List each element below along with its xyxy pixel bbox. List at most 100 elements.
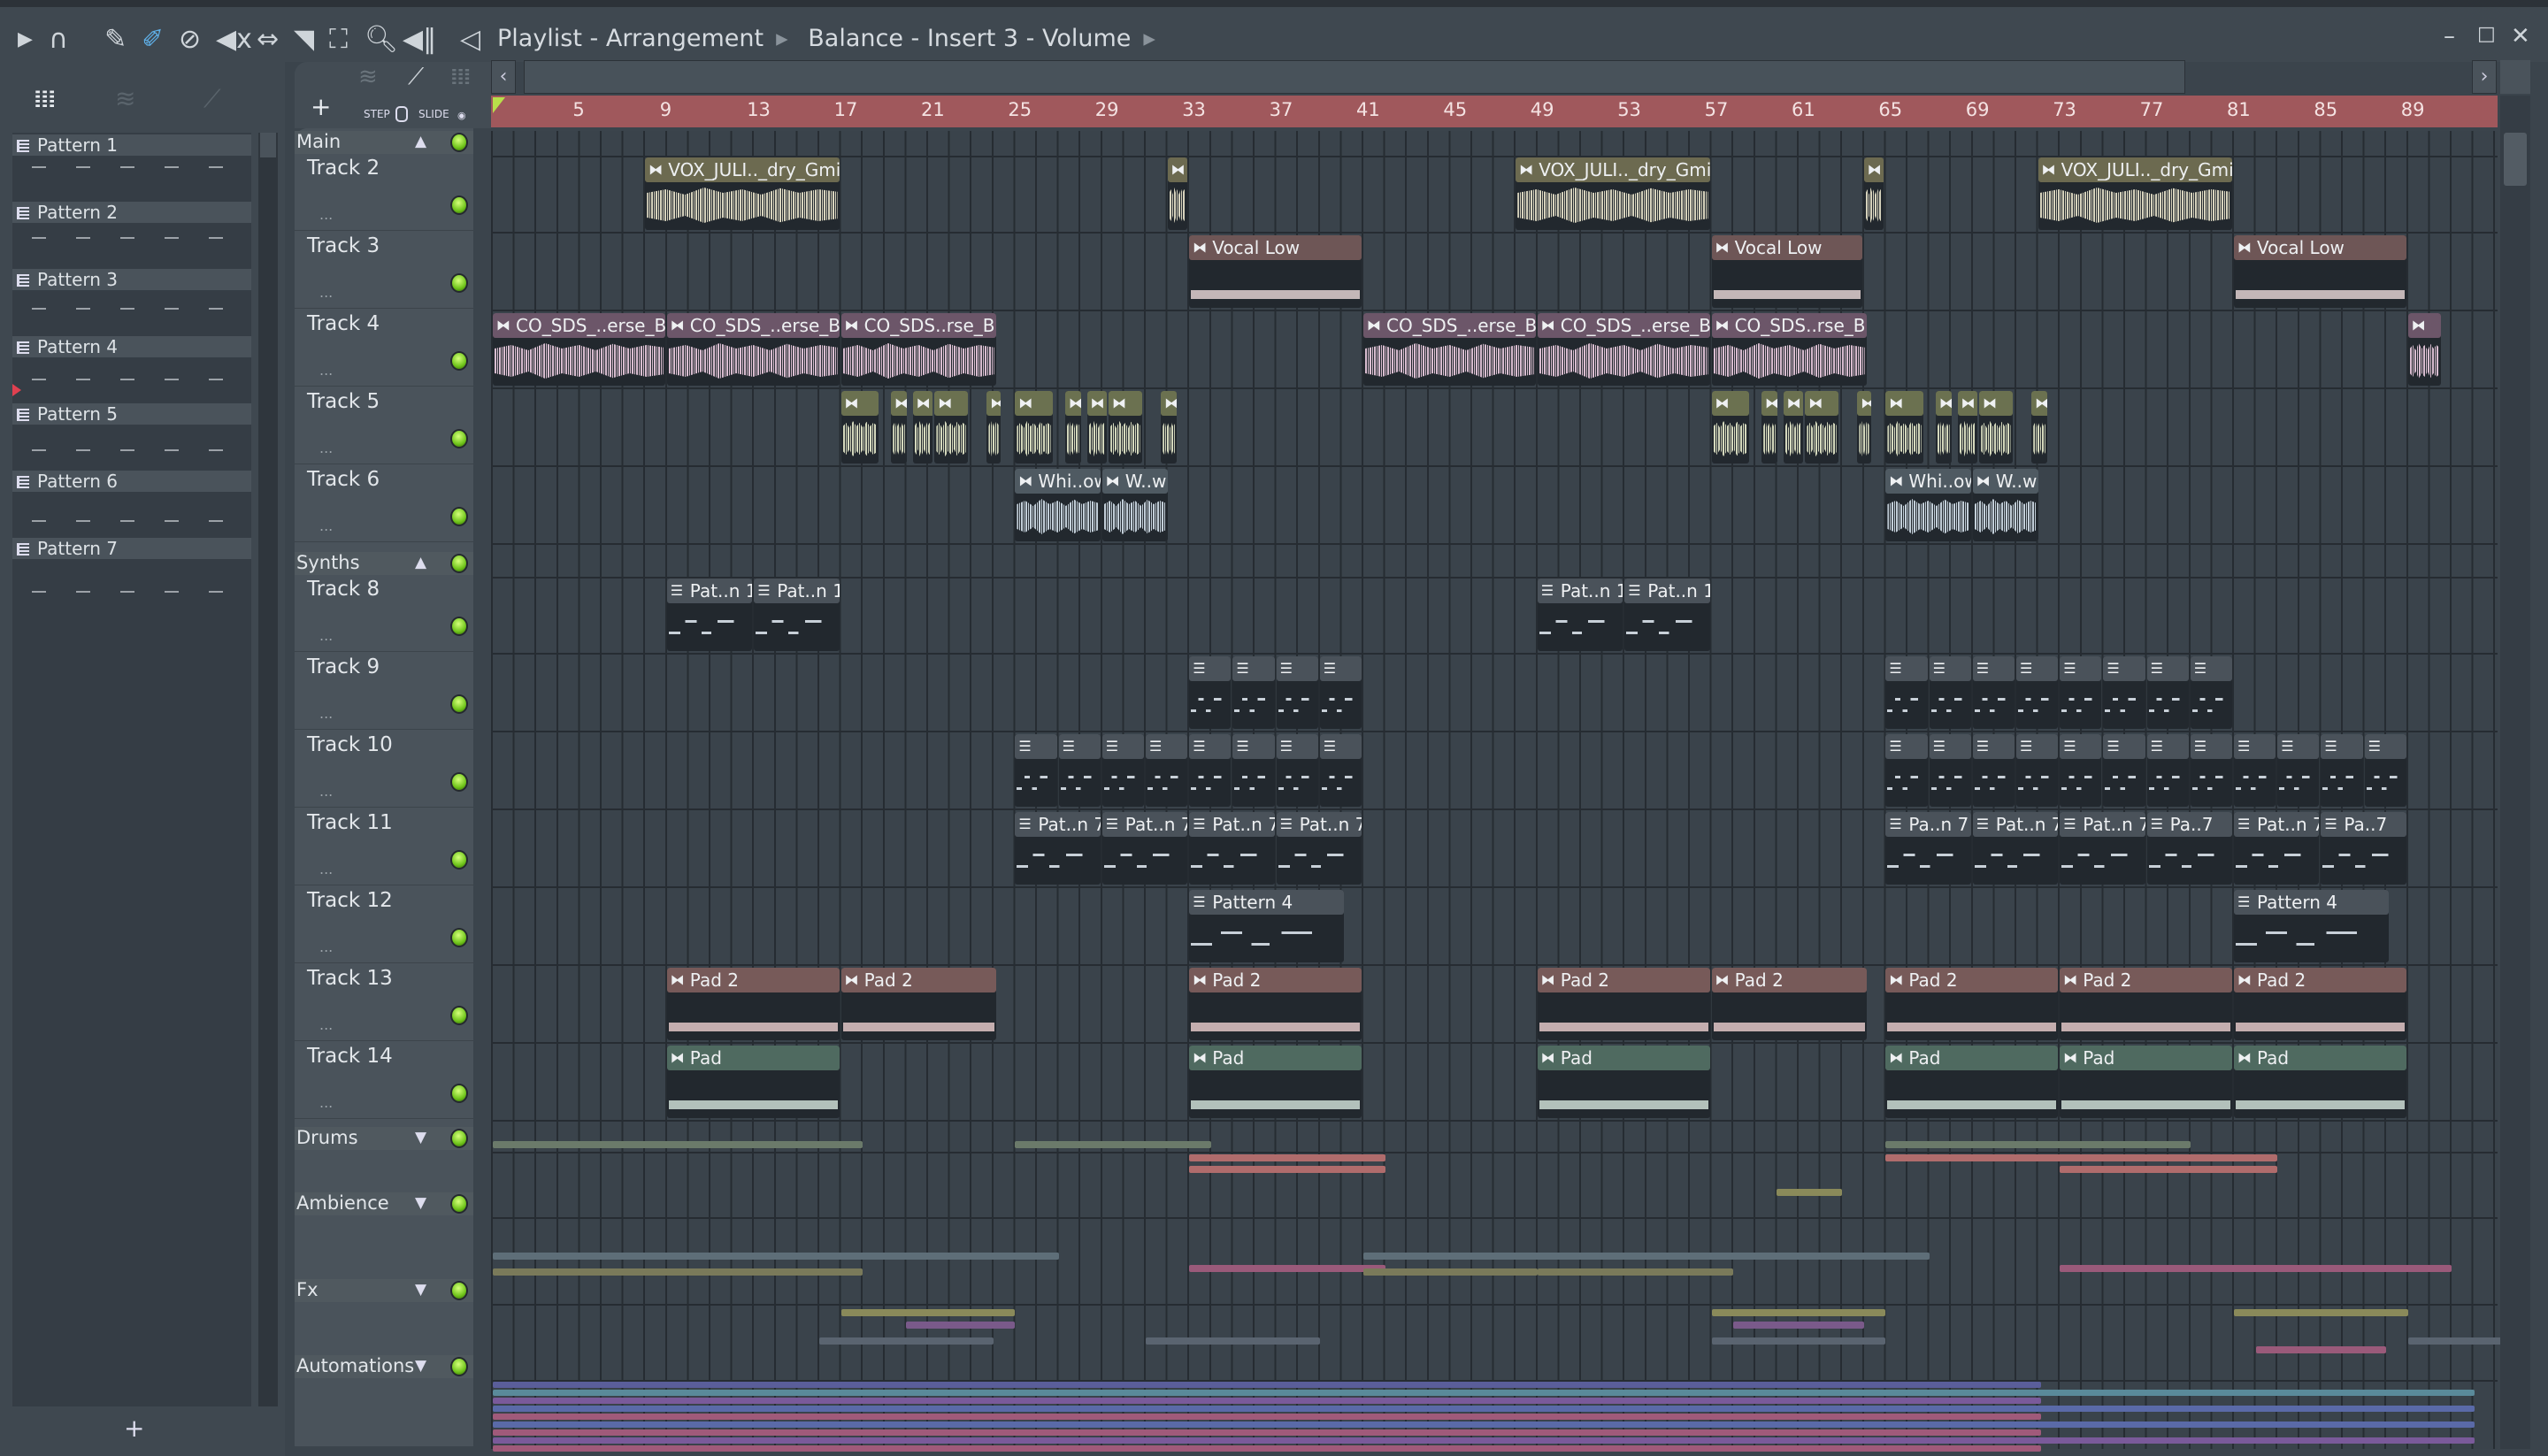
- group-header[interactable]: Main ▲: [295, 131, 473, 154]
- automation-clip[interactable]: [493, 1390, 2475, 1396]
- pattern-clip[interactable]: ☰: [1929, 734, 1971, 807]
- collapsed-clip[interactable]: [1885, 1141, 2191, 1148]
- speaker-icon[interactable]: ◁: [460, 27, 480, 53]
- collapsed-clip[interactable]: [2060, 1166, 2278, 1173]
- pattern-label[interactable]: Pattern 7: [12, 538, 251, 559]
- clip-header[interactable]: ⧓ Pad 2: [2234, 968, 2406, 992]
- pattern-clip[interactable]: ☰: [2103, 656, 2145, 729]
- delete-icon[interactable]: ⊘: [179, 27, 201, 53]
- audio-clip[interactable]: ⧓ Vocal Low: [1711, 235, 1862, 308]
- pattern-clip[interactable]: ☰: [1885, 734, 1928, 807]
- track-enable-led[interactable]: [450, 928, 468, 947]
- track-enable-led[interactable]: [450, 694, 468, 714]
- clip-header[interactable]: ☰: [1885, 656, 1928, 681]
- clip-header[interactable]: ⧓: [1167, 157, 1188, 182]
- collapsed-clip[interactable]: [666, 1268, 863, 1276]
- clip-header[interactable]: ☰ Pat..n 1: [666, 579, 753, 603]
- automation-clip[interactable]: [493, 1382, 2041, 1388]
- audio-clip[interactable]: ⧓ Pad: [2234, 1046, 2406, 1118]
- clip-header[interactable]: ⧓ Pad: [1189, 1046, 1362, 1070]
- expand-arrow-icon[interactable]: ▼: [415, 1129, 426, 1146]
- clip-header[interactable]: ☰ Pattern 4: [2234, 890, 2390, 915]
- audio-clip[interactable]: ⧓ Vocal Low: [1189, 235, 1362, 308]
- group-enable-led[interactable]: [450, 1194, 468, 1214]
- expand-arrow-icon[interactable]: ▼: [415, 1357, 426, 1375]
- collapsed-clip[interactable]: [1711, 1337, 1886, 1345]
- scrollbar-thumb[interactable]: [260, 133, 276, 157]
- pattern-item[interactable]: Pattern 3: [12, 267, 251, 334]
- clip-header[interactable]: ☰ Pat..n 1: [754, 579, 840, 603]
- track-menu-dots[interactable]: ...: [319, 362, 333, 379]
- clip-header[interactable]: ⧓ CO_SDS_..erse_Bm: [493, 313, 665, 338]
- clip-header[interactable]: ⧓ Pad 2: [1711, 968, 1867, 992]
- clip-header[interactable]: ☰: [1146, 734, 1188, 759]
- collapsed-clip[interactable]: [1537, 1253, 1930, 1260]
- clip-header[interactable]: ☰ Pat..n 1: [1537, 579, 1623, 603]
- audio-clip[interactable]: ⧓: [1979, 391, 2013, 464]
- group-header[interactable]: Automations ▼: [295, 1355, 473, 1378]
- clip-header[interactable]: ☰: [1189, 734, 1232, 759]
- maximize-button[interactable]: □: [2477, 23, 2496, 45]
- clip-header[interactable]: ☰ Pat..n 1: [1624, 579, 1710, 603]
- playback-icon[interactable]: ◀‖: [403, 27, 436, 53]
- clip-header[interactable]: ☰: [2277, 734, 2320, 759]
- collapsed-clip[interactable]: [1189, 1154, 1385, 1161]
- collapsed-clip[interactable]: [1146, 1337, 1320, 1345]
- slip-icon[interactable]: ⇔: [257, 27, 279, 53]
- automation-clip[interactable]: [493, 1437, 2475, 1444]
- clip-header[interactable]: ☰: [1232, 656, 1275, 681]
- clip-header[interactable]: ⧓: [1109, 391, 1142, 416]
- pattern-clip[interactable]: ☰: [1276, 734, 1318, 807]
- minimize-button[interactable]: –: [2444, 23, 2455, 50]
- pattern-clip[interactable]: ☰: [1232, 734, 1275, 807]
- clip-header[interactable]: ⧓: [1805, 391, 1838, 416]
- track-header[interactable]: Track 5...: [295, 387, 473, 464]
- clip-header[interactable]: ⧓: [1086, 391, 1108, 416]
- clip-header[interactable]: ☰: [1101, 734, 1144, 759]
- track-enable-led[interactable]: [450, 772, 468, 792]
- collapsed-clip[interactable]: [1015, 1141, 1211, 1148]
- pattern-clip[interactable]: ☰: [2190, 734, 2232, 807]
- clip-header[interactable]: ⧓ VOX_JULI.._dry_Gmin: [2038, 157, 2232, 182]
- pattern-clip[interactable]: ☰: [1972, 734, 2015, 807]
- clip-header[interactable]: ⧓: [840, 391, 879, 416]
- clip-header[interactable]: ☰: [2146, 656, 2189, 681]
- pattern-item[interactable]: Pattern 6: [12, 469, 251, 536]
- audio-clip[interactable]: ⧓ VOX_JULI.._dry_Gmin: [645, 157, 840, 230]
- pattern-clip[interactable]: ☰: [2016, 656, 2059, 729]
- audio-clip[interactable]: ⧓: [1161, 391, 1177, 464]
- clip-header[interactable]: ⧓: [1711, 391, 1749, 416]
- pencil-icon[interactable]: ✎: [104, 27, 127, 53]
- audio-clip[interactable]: ⧓: [1805, 391, 1838, 464]
- clip-header[interactable]: ☰ Pa..7: [2321, 812, 2406, 837]
- breadcrumb-target[interactable]: Balance - Insert 3 - Volume: [808, 25, 1131, 52]
- clip-header[interactable]: ☰: [2103, 734, 2145, 759]
- track-enable-led[interactable]: [450, 273, 468, 293]
- clip-header[interactable]: ☰: [1319, 734, 1362, 759]
- collapsed-clip[interactable]: [493, 1141, 689, 1148]
- track-enable-led[interactable]: [450, 1084, 468, 1103]
- track-menu-dots[interactable]: ...: [319, 861, 333, 877]
- track-header[interactable]: Track 8...: [295, 574, 473, 652]
- clip-header[interactable]: ☰ Pat..n 7: [2060, 812, 2145, 837]
- pattern-clip[interactable]: ☰ Pat..n 7: [1189, 812, 1275, 885]
- playlist-grid[interactable]: ⧓ VOX_JULI.._dry_Gmin ⧓ ⧓ VOX_JULI.._dry_Gmi…: [491, 131, 2517, 1452]
- audio-clip[interactable]: ⧓: [912, 391, 933, 464]
- collapsed-clip[interactable]: [493, 1268, 689, 1276]
- pattern-clip[interactable]: ☰: [1101, 734, 1144, 807]
- automation-clip[interactable]: [493, 1398, 2041, 1404]
- expand-arrow-icon[interactable]: ▼: [415, 1194, 426, 1212]
- audio-clip[interactable]: ⧓: [1064, 391, 1081, 464]
- clip-header[interactable]: ⧓: [2031, 391, 2047, 416]
- audio-clip[interactable]: ⧓: [1935, 391, 1952, 464]
- audio-clip[interactable]: ⧓ Pad: [1537, 1046, 1710, 1118]
- track-enable-led[interactable]: [450, 351, 468, 371]
- pattern-clip[interactable]: ☰ Pat..n 7: [1276, 812, 1362, 885]
- pattern-label[interactable]: Pattern 2: [12, 202, 251, 223]
- clip-header[interactable]: ⧓: [986, 391, 1001, 416]
- clip-header[interactable]: ⧓: [1863, 157, 1884, 182]
- clip-header[interactable]: ⧓: [1857, 391, 1871, 416]
- clip-header[interactable]: ⧓ Pad: [666, 1046, 840, 1070]
- close-button[interactable]: ✕: [2511, 23, 2530, 50]
- play-arrow-icon[interactable]: ▶: [18, 27, 33, 53]
